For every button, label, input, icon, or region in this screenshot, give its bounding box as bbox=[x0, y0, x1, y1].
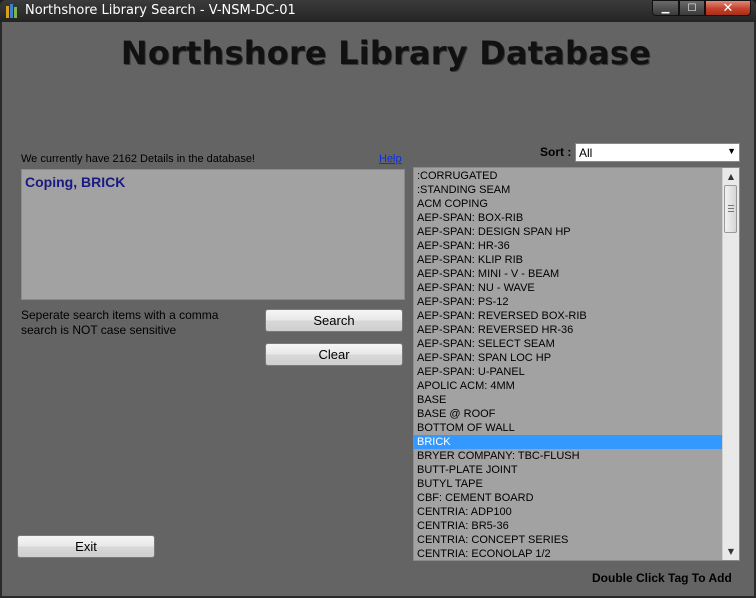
list-item[interactable]: ACM COPING bbox=[414, 197, 722, 211]
thumb-grip bbox=[728, 205, 734, 206]
list-item[interactable]: CENTRIA: ECONOLAP 1/2 bbox=[414, 547, 722, 560]
sort-dropdown[interactable]: All ▼ bbox=[575, 143, 740, 162]
list-item[interactable]: AEP-SPAN: HR-36 bbox=[414, 239, 722, 253]
search-button[interactable]: Search bbox=[265, 309, 403, 332]
list-item[interactable]: AEP-SPAN: DESIGN SPAN HP bbox=[414, 225, 722, 239]
hint-case-text: search is NOT case sensitive bbox=[21, 323, 177, 337]
list-item[interactable]: AEP-SPAN: KLIP RIB bbox=[414, 253, 722, 267]
scroll-up-arrow-icon[interactable]: ▲ bbox=[723, 168, 739, 185]
list-item[interactable]: BUTYL TAPE bbox=[414, 477, 722, 491]
double-click-hint: Double Click Tag To Add bbox=[592, 571, 732, 585]
list-item[interactable]: BUTT-PLATE JOINT bbox=[414, 463, 722, 477]
list-item[interactable]: APOLIC ACM: 4MM bbox=[414, 379, 722, 393]
tag-list-items: :CORRUGATED:STANDING SEAM ACM COPING AEP-S… bbox=[414, 169, 722, 560]
list-item[interactable]: BASE @ ROOF bbox=[414, 407, 722, 421]
scroll-down-arrow-icon[interactable]: ▼ bbox=[723, 543, 739, 560]
list-item[interactable]: BASE bbox=[414, 393, 722, 407]
list-item[interactable]: CENTRIA: BR5-36 bbox=[414, 519, 722, 533]
thumb-grip bbox=[728, 208, 734, 209]
page-title: Northshore Library Database bbox=[120, 34, 652, 72]
clear-button[interactable]: Clear bbox=[265, 343, 403, 366]
caption-buttons: ▁ ☐ ✕ bbox=[652, 0, 752, 17]
title-bar[interactable]: Northshore Library Search - V-NSM-DC-01 … bbox=[0, 0, 756, 22]
list-item[interactable]: BOTTOM OF WALL bbox=[414, 421, 722, 435]
list-item[interactable]: AEP-SPAN: REVERSED HR-36 bbox=[414, 323, 722, 337]
window-title: Northshore Library Search - V-NSM-DC-01 bbox=[25, 3, 296, 18]
list-scrollbar[interactable]: ▲ ▼ bbox=[722, 168, 739, 560]
list-item-selected[interactable]: BRICK bbox=[414, 435, 722, 449]
app-window: Northshore Library Search - V-NSM-DC-01 … bbox=[0, 0, 756, 598]
list-item[interactable]: AEP-SPAN: SELECT SEAM bbox=[414, 337, 722, 351]
sort-selected-value: All bbox=[579, 146, 593, 160]
close-button[interactable]: ✕ bbox=[705, 0, 751, 16]
exit-button[interactable]: Exit bbox=[17, 535, 155, 558]
list-item[interactable]: :STANDING SEAM bbox=[414, 183, 722, 197]
list-item[interactable]: AEP-SPAN: REVERSED BOX-RIB bbox=[414, 309, 722, 323]
client-area: Northshore Library Database We currently… bbox=[2, 22, 754, 596]
thumb-grip bbox=[728, 211, 734, 212]
list-item[interactable]: AEP-SPAN: U-PANEL bbox=[414, 365, 722, 379]
maximize-button[interactable]: ☐ bbox=[679, 0, 705, 16]
sort-label: Sort : bbox=[540, 145, 572, 159]
hint-separator-text: Seperate search items with a comma bbox=[21, 308, 219, 322]
list-item[interactable]: AEP-SPAN: NU - WAVE bbox=[414, 281, 722, 295]
scroll-thumb[interactable] bbox=[724, 185, 737, 233]
search-input[interactable] bbox=[21, 169, 405, 300]
list-item[interactable]: CENTRIA: ADP100 bbox=[414, 505, 722, 519]
list-item[interactable]: AEP-SPAN: BOX-RIB bbox=[414, 211, 722, 225]
list-item[interactable]: CBF: CEMENT BOARD bbox=[414, 491, 722, 505]
help-link[interactable]: Help bbox=[379, 153, 402, 165]
list-item[interactable]: :CORRUGATED bbox=[414, 169, 722, 183]
list-item[interactable]: AEP-SPAN: SPAN LOC HP bbox=[414, 351, 722, 365]
books-app-icon bbox=[6, 4, 19, 18]
list-item[interactable]: CENTRIA: CONCEPT SERIES bbox=[414, 533, 722, 547]
chevron-down-icon[interactable]: ▼ bbox=[727, 146, 736, 156]
detail-count-label: We currently have 2162 Details in the da… bbox=[21, 153, 255, 165]
list-item[interactable]: BRYER COMPANY: TBC-FLUSH bbox=[414, 449, 722, 463]
list-item[interactable]: AEP-SPAN: MINI - V - BEAM bbox=[414, 267, 722, 281]
list-item[interactable]: AEP-SPAN: PS-12 bbox=[414, 295, 722, 309]
minimize-button[interactable]: ▁ bbox=[652, 0, 679, 16]
tag-listbox[interactable]: :CORRUGATED:STANDING SEAM ACM COPING AEP-S… bbox=[413, 167, 740, 561]
